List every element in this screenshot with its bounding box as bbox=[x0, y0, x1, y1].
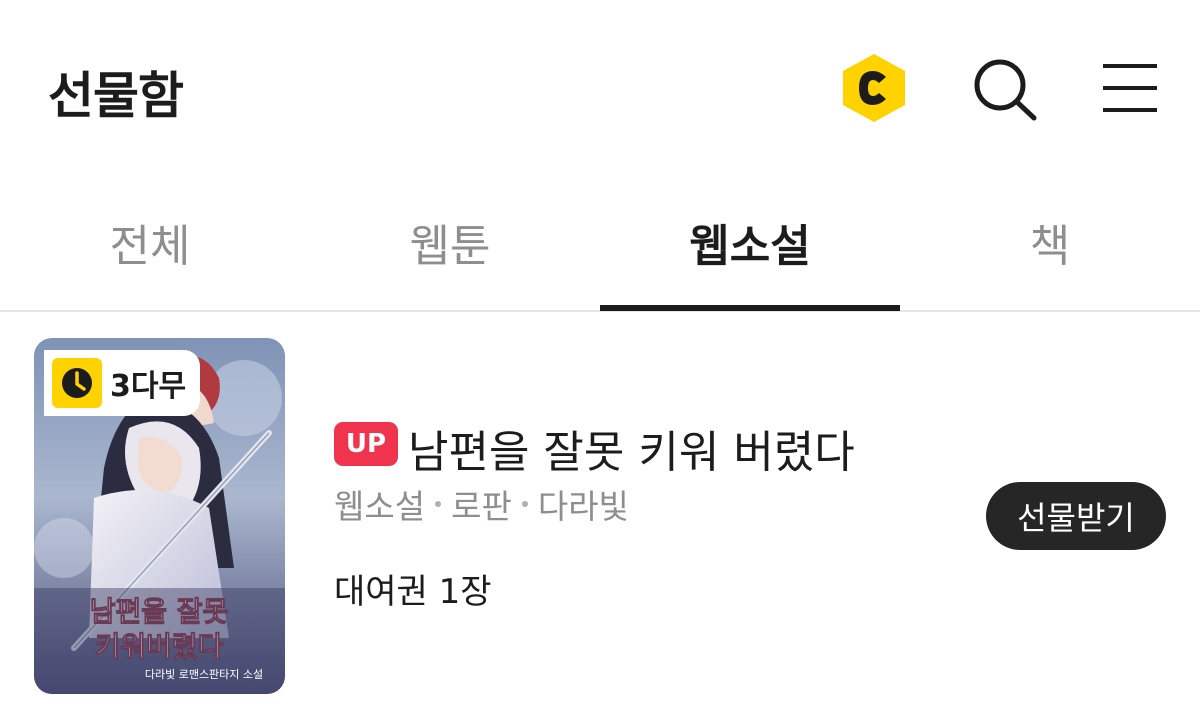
item-title[interactable]: 남편을 잘못 키워 버렸다 bbox=[408, 416, 855, 480]
tab-book[interactable]: 책 bbox=[900, 180, 1200, 310]
cover-caption: 다라빛 로맨스판타지 소설 bbox=[145, 668, 263, 681]
meta-category: 웹소설 bbox=[334, 487, 426, 526]
tab-all[interactable]: 전체 bbox=[0, 180, 300, 310]
clock-icon bbox=[52, 358, 102, 408]
top-bar: 선물함 bbox=[0, 0, 1200, 180]
cash-icon[interactable] bbox=[840, 52, 908, 124]
cover-title-line-2: 키워버렸다 bbox=[95, 630, 224, 663]
wait-free-badge: 3다무 bbox=[44, 350, 201, 416]
receive-gift-button[interactable]: 선물받기 bbox=[986, 482, 1166, 550]
tab-webnovel[interactable]: 웹소설 bbox=[600, 180, 900, 310]
gift-list-item[interactable]: 남편을 잘못 키워버렸다 다라빛 로맨스판타지 소설 3다무 UP 남편을 잘못… bbox=[0, 312, 1200, 712]
item-meta: 웹소설 로판 다라빛 bbox=[334, 480, 629, 528]
meta-author: 다라빛 bbox=[537, 487, 629, 526]
meta-separator bbox=[435, 501, 442, 507]
meta-separator bbox=[521, 501, 528, 507]
category-tabs: 전체 웹툰 웹소설 책 bbox=[0, 180, 1200, 312]
tab-webtoon[interactable]: 웹툰 bbox=[300, 180, 600, 310]
wait-free-label: 3다무 bbox=[110, 369, 187, 404]
meta-genre: 로판 bbox=[451, 487, 512, 526]
search-icon[interactable] bbox=[970, 56, 1040, 122]
active-tab-indicator bbox=[600, 305, 900, 311]
menu-icon[interactable] bbox=[1100, 60, 1160, 116]
page-title: 선물함 bbox=[48, 67, 184, 125]
cover-title-line-1: 남편을 잘못 bbox=[90, 595, 229, 628]
ticket-count: 대여권 1장 bbox=[334, 572, 492, 612]
up-badge: UP bbox=[334, 422, 398, 466]
